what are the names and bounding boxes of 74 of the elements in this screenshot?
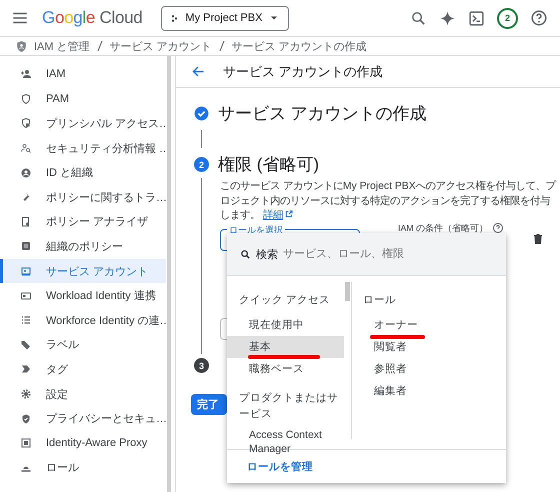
- search-field[interactable]: サービス、ロール、権限: [283, 248, 433, 260]
- search-icon[interactable]: [410, 10, 427, 26]
- sidebar-item[interactable]: ポリシーに関するトラ…: [0, 184, 166, 210]
- role-item[interactable]: オーナー: [363, 314, 506, 336]
- shield-icon: [20, 92, 32, 105]
- sidebar-item[interactable]: ID と組織: [0, 160, 166, 185]
- sidebar-item[interactable]: プライバシーとセキュ…: [0, 406, 166, 431]
- role-item[interactable]: 閲覧者: [363, 336, 506, 358]
- search-label: 検索: [256, 248, 278, 262]
- google-cloud-logo[interactable]: Google Cloud: [42, 8, 142, 28]
- learn-more-link[interactable]: 詳細: [262, 210, 293, 221]
- step-number: 2: [194, 157, 209, 172]
- back-arrow-icon[interactable]: [191, 64, 206, 79]
- search-icon: [240, 248, 251, 260]
- trash-icon[interactable]: [532, 233, 544, 245]
- gear-icon: [20, 388, 32, 400]
- shield-person-icon: [15, 40, 28, 52]
- help-icon[interactable]: [530, 9, 548, 27]
- sidebar-item[interactable]: 組織のポリシー: [0, 234, 166, 259]
- person-add-icon: [20, 68, 32, 80]
- section-heading: ロール: [363, 293, 397, 308]
- frame-icon: [20, 437, 32, 450]
- shield-check-icon: [20, 412, 32, 425]
- section-heading: クイック アクセス: [238, 293, 331, 308]
- sidebar-item[interactable]: ポリシー アナライザ: [0, 210, 166, 234]
- category-item[interactable]: Access Context Manager: [227, 428, 344, 456]
- slash-separator-icon: [218, 41, 225, 51]
- tag-icon: [20, 363, 32, 376]
- badge-icon: [20, 265, 32, 278]
- sidebar-item[interactable]: IAM: [0, 62, 166, 87]
- id-card-icon: [20, 290, 32, 302]
- sidebar-item[interactable]: ロール: [0, 456, 166, 480]
- breadcrumb-link[interactable]: サービス アカウントの作成: [232, 38, 367, 54]
- step-title: 権限 (省略可): [218, 154, 320, 176]
- shield-lock-icon: [20, 117, 32, 130]
- role-item[interactable]: 参照者: [363, 358, 506, 380]
- scrollbar[interactable]: [167, 56, 171, 492]
- step-description: このサービス アカウントにMy Project PBXへのアクセス権を付与して、プロジェクト内のリソースに対する特定のアクションを完了する権限を付与します。 詳細: [220, 180, 558, 223]
- slash-separator-icon: [96, 41, 103, 51]
- category-item[interactable]: 現在使用中: [227, 314, 344, 336]
- document-search-icon: [20, 216, 32, 228]
- category-item[interactable]: 職務ベース: [227, 358, 344, 380]
- help-icon[interactable]: [492, 222, 504, 234]
- sidebar-item[interactable]: ラベル: [0, 332, 166, 358]
- breadcrumb-link[interactable]: IAM と管理: [34, 38, 90, 54]
- external-link-icon: [284, 210, 293, 218]
- section-heading: プロダクトまたはサービス: [238, 391, 339, 422]
- sidebar-item[interactable]: Workload Identity 連携: [0, 283, 166, 308]
- account-circle-icon: [20, 166, 32, 179]
- check-circle-icon: [194, 106, 209, 121]
- project-picker[interactable]: My Project PBX: [161, 6, 290, 30]
- manage-roles-link[interactable]: ロールを管理: [247, 460, 313, 474]
- scrollbar[interactable]: [345, 282, 350, 301]
- sparkle-icon[interactable]: [439, 10, 456, 26]
- step-number: 3: [194, 358, 209, 373]
- category-item[interactable]: 基本: [227, 336, 344, 358]
- terminal-icon[interactable]: [468, 10, 485, 26]
- label-tag-icon: [20, 338, 32, 351]
- sidebar-item[interactable]: 設定: [0, 382, 166, 406]
- step-title: サービス アカウントの作成: [218, 103, 427, 125]
- sidebar-item[interactable]: Identity-Aware Proxy: [0, 430, 166, 456]
- role-item[interactable]: 編集者: [363, 380, 506, 402]
- done-button[interactable]: 完了: [191, 394, 227, 414]
- notification-badge[interactable]: 2: [497, 8, 518, 28]
- sidebar-item[interactable]: タグ: [0, 357, 166, 382]
- breadcrumb-link[interactable]: サービス アカウント: [110, 38, 212, 54]
- project-dots-icon: [170, 14, 180, 22]
- page-title: サービス アカウントの作成: [223, 62, 383, 80]
- condition-label: IAM の条件（省略可）: [398, 223, 488, 235]
- sidebar-item[interactable]: サービス アカウント: [0, 258, 166, 284]
- document-icon: [20, 240, 32, 252]
- list-icon: [20, 314, 32, 326]
- sidebar-item[interactable]: PAM: [0, 86, 166, 112]
- people-search-icon: [20, 142, 32, 154]
